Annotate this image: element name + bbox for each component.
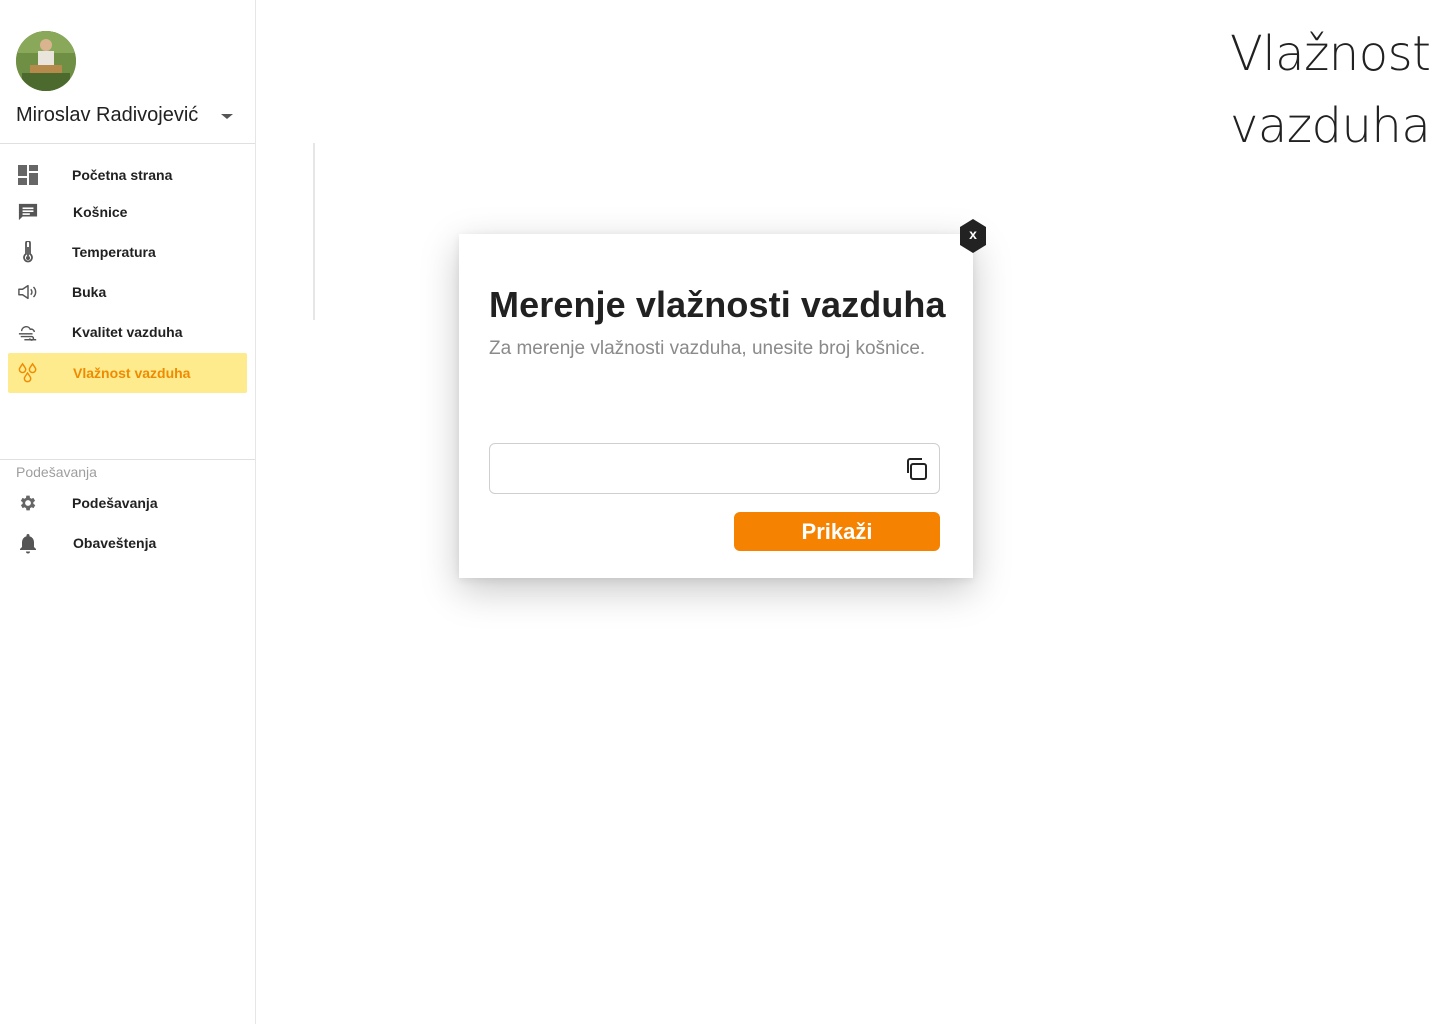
close-button[interactable]: x <box>959 218 987 254</box>
sidebar: Miroslav Radivojević Početna strana Košn… <box>0 0 256 1024</box>
bell-icon <box>18 533 38 554</box>
sidebar-item-label: Podešavanja <box>72 495 158 511</box>
sidebar-item-label: Početna strana <box>72 167 173 183</box>
sidebar-item-label: Kvalitet vazduha <box>72 324 183 340</box>
sidebar-item-label: Buka <box>72 284 107 300</box>
sidebar-item-label: Temperatura <box>72 244 156 260</box>
sidebar-item-kosnice[interactable]: Košnice <box>8 192 247 232</box>
modal-title: Merenje vlažnosti vazduha <box>489 284 946 325</box>
thermometer-icon <box>18 241 38 263</box>
copy-icon[interactable] <box>903 456 929 482</box>
page-title: Vlažnost vazduha <box>1230 26 1431 154</box>
profile-header: Miroslav Radivojević <box>0 0 255 144</box>
user-name[interactable]: Miroslav Radivojević <box>16 104 198 127</box>
section-label-settings: Podešavanja <box>16 464 97 480</box>
sidebar-item-pocetna-strana[interactable]: Početna strana <box>8 155 247 195</box>
sidebar-item-obavestenja[interactable]: Obaveštenja <box>8 523 247 563</box>
modal-subtitle: Za merenje vlažnosti vazduha, unesite br… <box>489 338 926 359</box>
hive-number-field[interactable] <box>489 443 940 495</box>
divider <box>0 459 255 460</box>
sidebar-item-label: Obaveštenja <box>73 535 157 551</box>
gear-icon <box>18 493 38 513</box>
show-button[interactable]: Prikaži <box>734 512 940 551</box>
dashboard-icon <box>18 165 38 185</box>
hive-number-input[interactable] <box>502 444 896 495</box>
sidebar-item-kvalitet-vazduha[interactable]: Kvalitet vazduha <box>8 312 247 352</box>
sidebar-item-label: Vlažnost vazduha <box>73 365 191 381</box>
sidebar-item-label: Košnice <box>73 204 128 220</box>
droplets-icon <box>18 362 38 383</box>
chat-icon <box>18 202 38 222</box>
content-divider <box>313 143 315 320</box>
close-icon: x <box>969 226 977 242</box>
sidebar-item-temperatura[interactable]: Temperatura <box>8 232 247 272</box>
avatar[interactable] <box>16 31 76 91</box>
speaker-icon <box>18 282 38 302</box>
modal-dialog: Merenje vlažnosti vazduha Za merenje vla… <box>459 234 973 578</box>
sidebar-item-buka[interactable]: Buka <box>8 272 247 312</box>
air-icon <box>18 322 38 342</box>
sidebar-item-podesavanja[interactable]: Podešavanja <box>8 483 247 523</box>
sidebar-item-vlaznost-vazduha[interactable]: Vlažnost vazduha <box>8 353 247 393</box>
chevron-down-icon[interactable] <box>221 114 233 119</box>
